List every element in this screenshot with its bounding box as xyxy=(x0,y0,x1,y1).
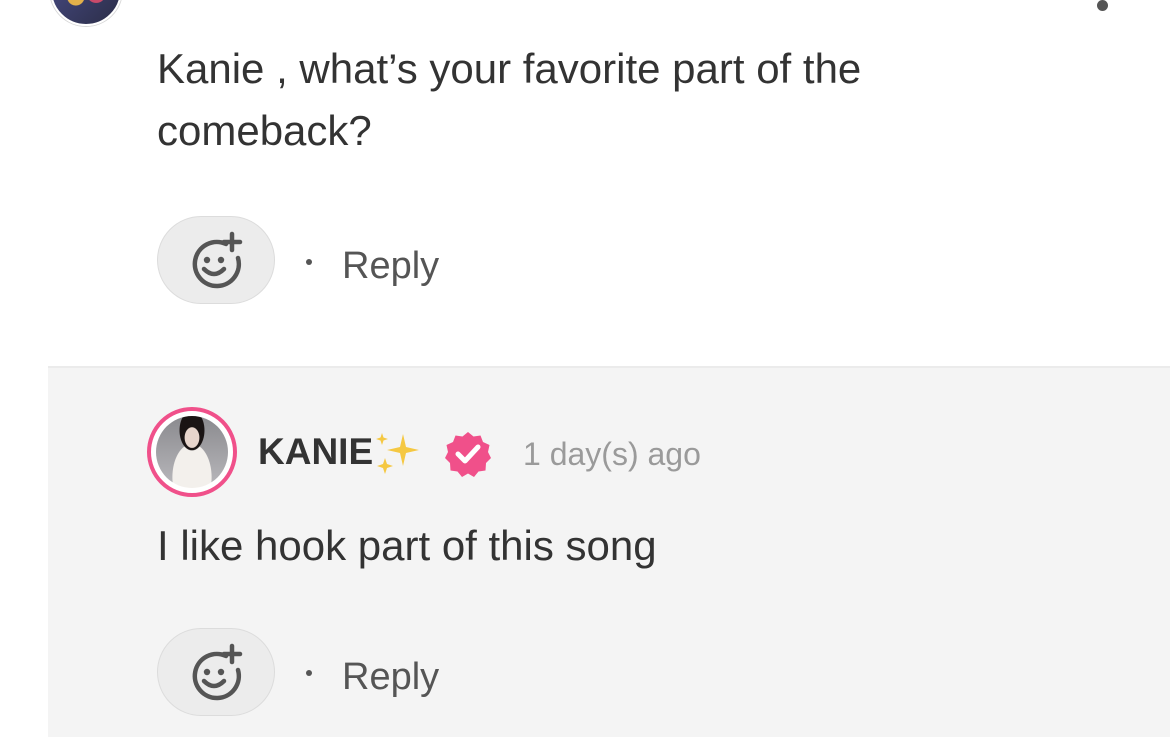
reply-text: I like hook part of this song xyxy=(157,522,657,569)
separator-dot xyxy=(306,259,312,265)
artist-name[interactable]: KANIE xyxy=(258,430,373,474)
commenter-avatar[interactable] xyxy=(50,0,122,26)
more-options-icon[interactable] xyxy=(1097,0,1108,11)
comment-text: Kanie , what’s your favorite part of the… xyxy=(157,45,862,154)
comment-thread: Kanie , what’s your favorite part of the… xyxy=(0,0,1170,737)
add-reaction-button[interactable] xyxy=(157,216,275,304)
verified-badge-icon xyxy=(445,432,491,477)
reply-timestamp: 1 day(s) ago xyxy=(523,436,701,472)
smiley-plus-icon xyxy=(192,231,243,289)
artist-photo xyxy=(156,416,228,488)
reply-button[interactable]: Reply xyxy=(342,655,439,699)
sparkles-icon xyxy=(376,433,419,474)
add-reaction-button[interactable] xyxy=(157,628,275,716)
smiley-plus-icon xyxy=(192,643,243,701)
artist-avatar[interactable] xyxy=(147,407,237,497)
separator-dot xyxy=(306,670,312,676)
reply-button[interactable]: Reply xyxy=(342,244,439,288)
